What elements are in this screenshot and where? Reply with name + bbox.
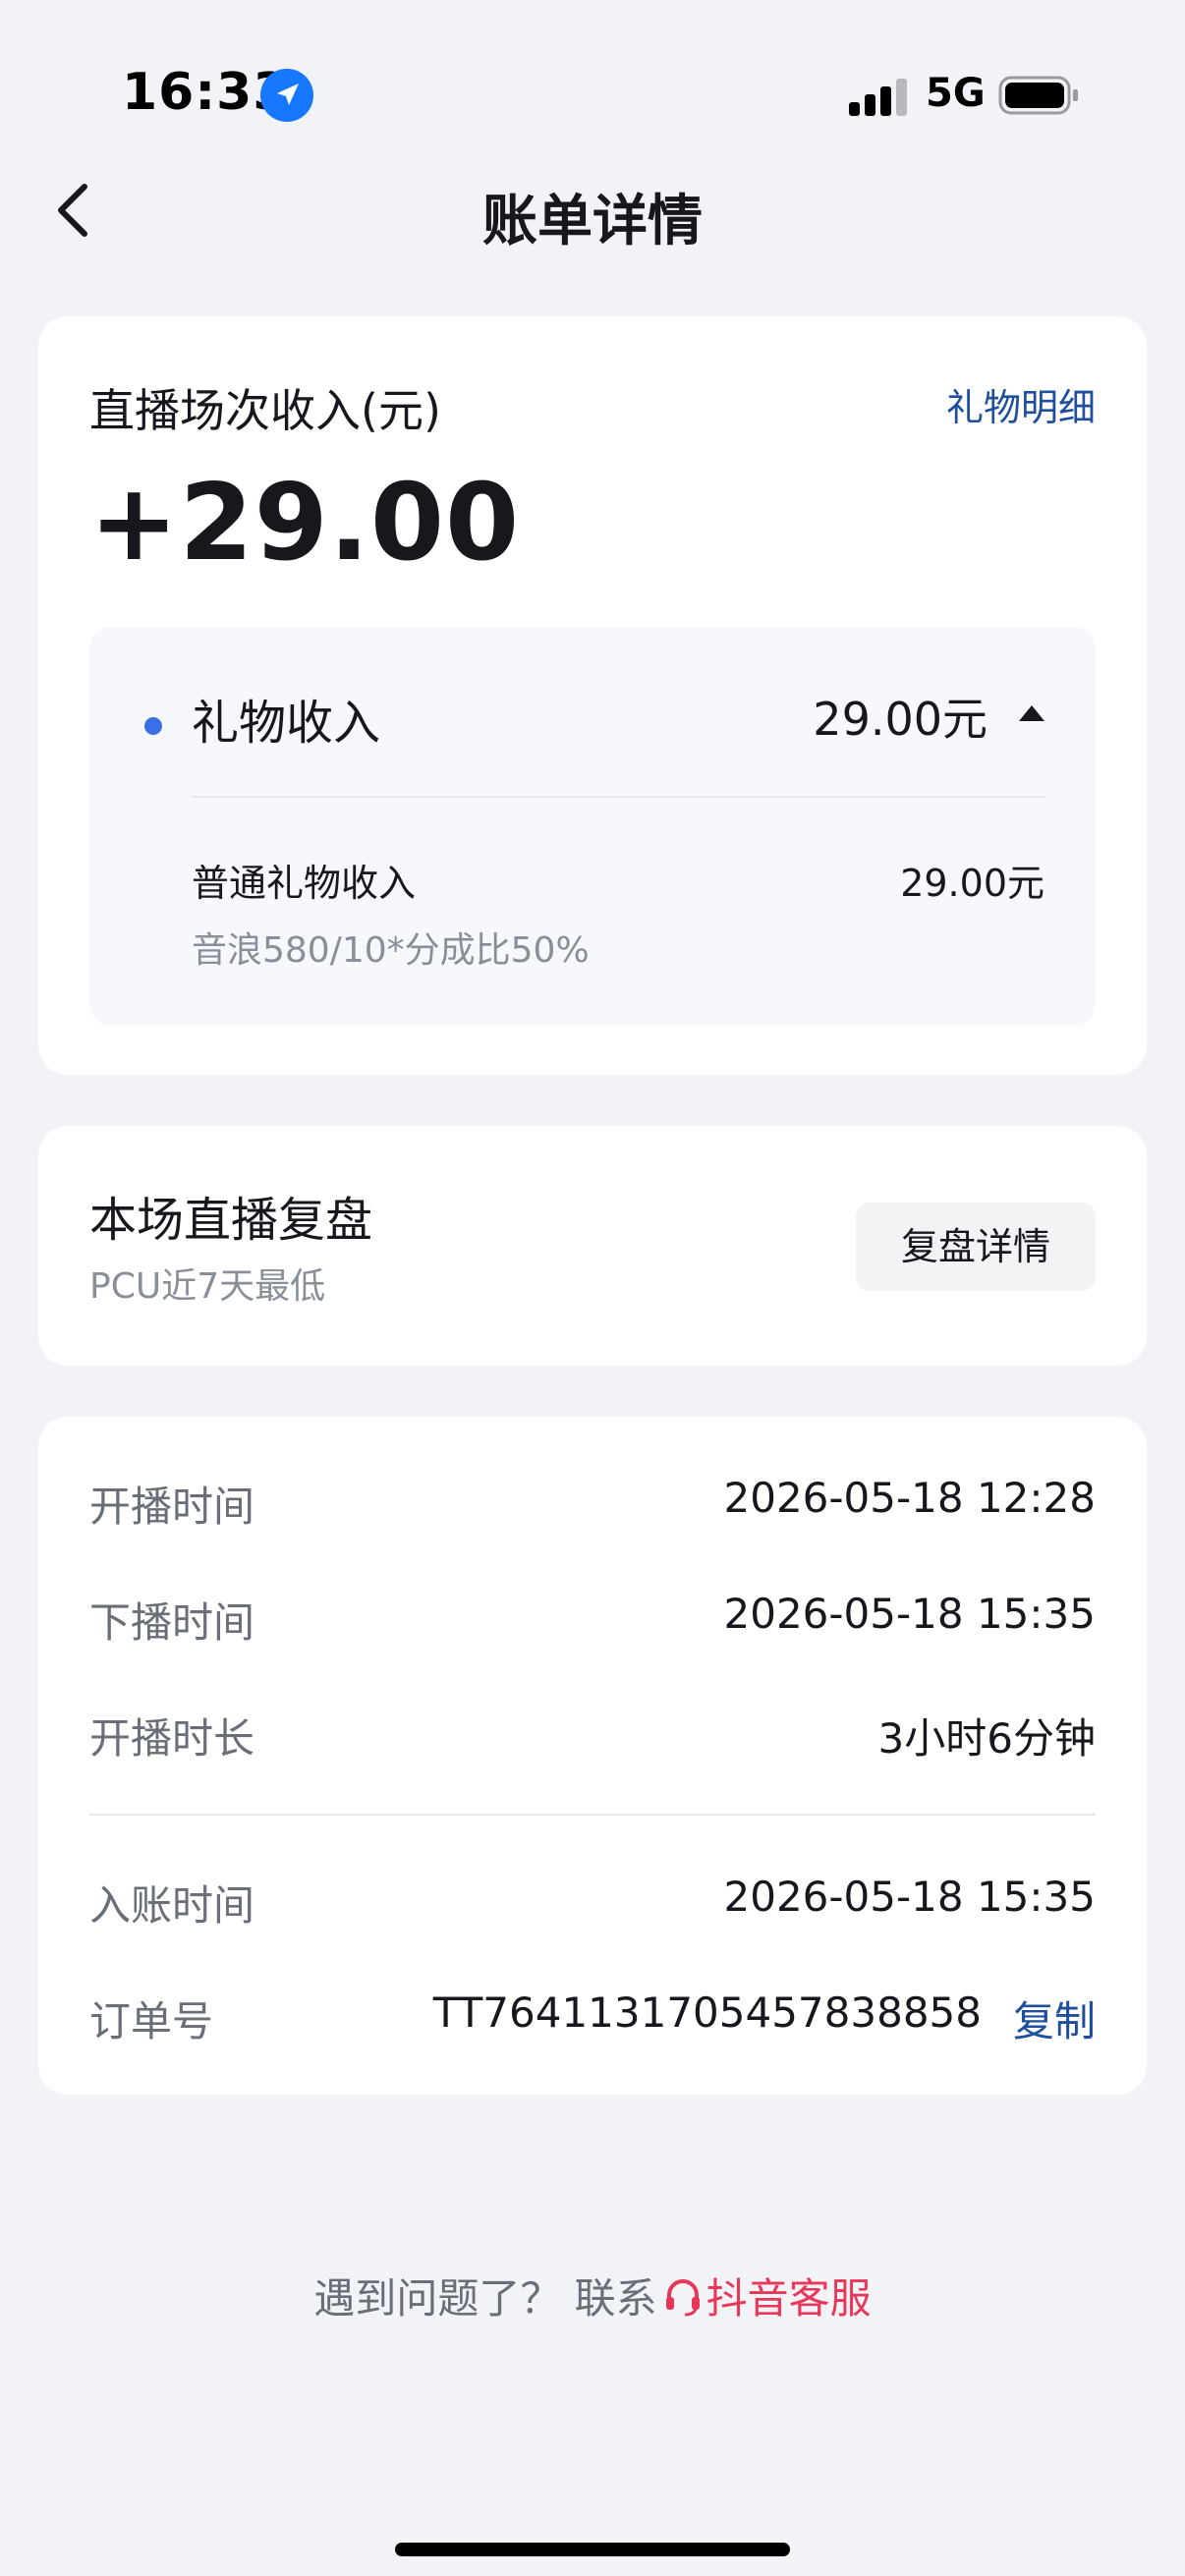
help-footer: 遇到问题了？ 联系 抖音客服	[0, 2266, 1185, 2325]
cellular-signal-icon	[849, 77, 908, 116]
location-arrow-icon	[260, 69, 313, 122]
info-value: 3小时6分钟	[877, 1714, 1096, 1763]
income-title: 直播场次收入(元)	[89, 384, 441, 437]
bill-detail-page: 16:33 5G 账单详情 直播场次收入(元) 礼物明细 +29.00 礼物收入…	[0, 0, 1185, 2576]
normal-gift-value: 29.00元	[900, 862, 1044, 905]
info-label: 入账时间	[89, 1881, 255, 1930]
info-value: 2026-05-18 12:28	[723, 1474, 1096, 1522]
info-value: 2026-05-18 15:35	[723, 1873, 1096, 1921]
info-row-order-number: 订单号 TT7641131705457838858 复制	[89, 1988, 1096, 2047]
review-detail-button[interactable]: 复盘详情	[856, 1203, 1096, 1291]
income-amount: +29.00	[89, 462, 521, 585]
copy-order-button[interactable]: 复制	[1013, 1988, 1096, 2048]
info-row-end-time: 下播时间 2026-05-18 15:35	[89, 1590, 1096, 1649]
bullet-dot-icon	[144, 717, 162, 735]
gift-income-panel: 礼物收入 29.00元 普通礼物收入 29.00元 音浪580/10*分成比50…	[89, 627, 1096, 1026]
info-row-start-time: 开播时间 2026-05-18 12:28	[89, 1474, 1096, 1533]
divider	[89, 1814, 1096, 1816]
info-label: 下播时间	[89, 1598, 255, 1647]
info-row-settle-time: 入账时间 2026-05-18 15:35	[89, 1873, 1096, 1932]
income-card: 直播场次收入(元) 礼物明细 +29.00 礼物收入 29.00元 普通礼物收入…	[38, 316, 1147, 1075]
gift-detail-link[interactable]: 礼物明细	[946, 377, 1096, 431]
normal-gift-formula: 音浪580/10*分成比50%	[192, 930, 590, 971]
review-subtitle: PCU近7天最低	[89, 1266, 326, 1307]
help-prefix: 遇到问题了？ 联系	[313, 2274, 657, 2323]
live-review-card: 本场直播复盘 PCU近7天最低 复盘详情	[38, 1126, 1147, 1366]
headset-icon[interactable]	[661, 2275, 705, 2319]
normal-gift-label: 普通礼物收入	[192, 862, 417, 905]
live-info-card: 开播时间 2026-05-18 12:28 下播时间 2026-05-18 15…	[38, 1417, 1147, 2095]
network-type: 5G	[926, 71, 986, 116]
status-bar: 16:33 5G	[0, 0, 1185, 147]
info-label: 开播时间	[89, 1483, 255, 1531]
info-row-duration: 开播时长 3小时6分钟	[89, 1706, 1096, 1764]
info-label: 开播时长	[89, 1714, 255, 1763]
home-indicator[interactable]	[395, 2543, 790, 2556]
navigation-bar: 账单详情	[0, 147, 1185, 275]
divider	[192, 796, 1044, 798]
order-label: 订单号	[89, 1997, 214, 2045]
info-value: 2026-05-18 15:35	[723, 1590, 1096, 1638]
order-number: TT7641131705457838858	[432, 1988, 982, 2037]
customer-service-link[interactable]: 抖音客服	[706, 2274, 872, 2323]
battery-icon	[998, 75, 1081, 116]
gift-income-value: 29.00元	[813, 693, 988, 746]
caret-up-icon[interactable]	[1019, 705, 1044, 721]
review-title: 本场直播复盘	[89, 1193, 373, 1248]
page-title: 账单详情	[482, 190, 703, 253]
gift-income-label[interactable]: 礼物收入	[192, 684, 380, 753]
